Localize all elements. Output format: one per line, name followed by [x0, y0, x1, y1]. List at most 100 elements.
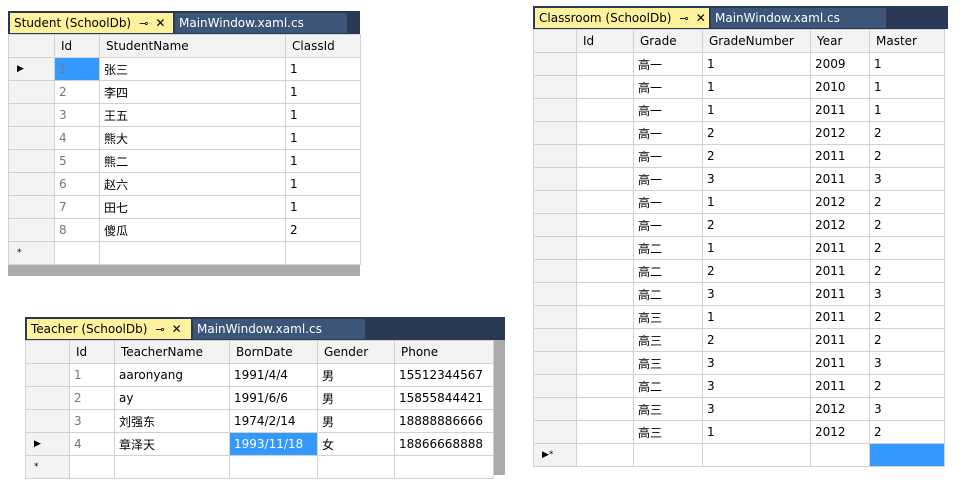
cell-master[interactable]: 3	[869, 167, 945, 191]
cell-id[interactable]	[576, 167, 634, 191]
table-row[interactable]: 高三 1 2011 2	[533, 305, 945, 329]
cell-empty[interactable]	[702, 443, 811, 467]
cell-studentname[interactable]: 熊大	[99, 126, 286, 150]
new-row[interactable]: *	[8, 241, 361, 265]
row-header[interactable]	[533, 75, 577, 99]
cell-id[interactable]: 2	[69, 386, 115, 410]
row-header[interactable]	[8, 126, 55, 150]
cell-year[interactable]: 2012	[810, 397, 870, 421]
column-header-phone[interactable]: Phone	[394, 340, 494, 364]
cell-studentname[interactable]: 张三	[99, 57, 286, 81]
cell-year[interactable]: 2011	[810, 305, 870, 329]
cell-id[interactable]	[576, 236, 634, 260]
cell-gradenumber[interactable]: 2	[702, 328, 811, 352]
cell-empty[interactable]	[114, 455, 230, 479]
cell-empty[interactable]	[285, 241, 361, 265]
cell-id[interactable]	[576, 75, 634, 99]
cell-teachername[interactable]: 刘强东	[114, 409, 230, 433]
cell-grade[interactable]: 高三	[633, 305, 703, 329]
classroom-datagrid[interactable]: Id Grade GradeNumber Year Master 高一 1 2009…	[533, 29, 945, 467]
cell-year[interactable]: 2010	[810, 75, 870, 99]
cell-teachername[interactable]: ay	[114, 386, 230, 410]
table-row[interactable]: 3 刘强东 1974/2/14 男 18888886666	[25, 409, 494, 433]
table-row[interactable]: 高二 1 2011 2	[533, 236, 945, 260]
table-row[interactable]: 高二 3 2011 3	[533, 282, 945, 306]
cell-phone[interactable]: 18888886666	[394, 409, 494, 433]
row-header[interactable]	[8, 103, 55, 127]
cell-classid[interactable]: 1	[285, 172, 361, 196]
row-header[interactable]	[8, 172, 55, 196]
row-header[interactable]: *	[25, 455, 70, 479]
cell-empty[interactable]	[229, 455, 318, 479]
table-row[interactable]: 高一 3 2011 3	[533, 167, 945, 191]
pin-icon[interactable]: ⊸	[139, 14, 148, 34]
row-header[interactable]	[533, 167, 577, 191]
cell-id[interactable]: 4	[69, 432, 115, 456]
row-header[interactable]	[533, 282, 577, 306]
cell-studentname[interactable]: 田七	[99, 195, 286, 219]
cell-grade[interactable]: 高一	[633, 213, 703, 237]
cell-studentname[interactable]: 李四	[99, 80, 286, 104]
cell-id[interactable]: 1	[69, 363, 115, 387]
cell-id[interactable]	[576, 374, 634, 398]
cell-year[interactable]: 2011	[810, 328, 870, 352]
table-row[interactable]: 高一 1 2009 1	[533, 52, 945, 76]
cell-grade[interactable]: 高一	[633, 75, 703, 99]
cell-grade[interactable]: 高二	[633, 236, 703, 260]
cell-grade[interactable]: 高二	[633, 259, 703, 283]
cell-borndate[interactable]: 1993/11/18	[229, 432, 318, 456]
table-row[interactable]: 1 aaronyang 1991/4/4 男 15512344567	[25, 363, 494, 387]
cell-grade[interactable]: 高一	[633, 52, 703, 76]
cell-id[interactable]	[576, 98, 634, 122]
cell-id[interactable]: 6	[54, 172, 100, 196]
table-row[interactable]: 4 熊大 1	[8, 126, 361, 150]
cell-id[interactable]: 3	[54, 103, 100, 127]
table-row[interactable]: 高二 2 2011 2	[533, 259, 945, 283]
cell-master[interactable]: 2	[869, 121, 945, 145]
cell-classid[interactable]: 1	[285, 195, 361, 219]
cell-id[interactable]	[576, 351, 634, 375]
cell-gradenumber[interactable]: 1	[702, 420, 811, 444]
table-row[interactable]: 高三 2 2011 2	[533, 328, 945, 352]
cell-studentname[interactable]: 傻瓜	[99, 218, 286, 242]
cell-teachername[interactable]: aaronyang	[114, 363, 230, 387]
cell-grade[interactable]: 高一	[633, 98, 703, 122]
cell-grade[interactable]: 高一	[633, 167, 703, 191]
table-row[interactable]: 6 赵六 1	[8, 172, 361, 196]
table-row[interactable]: ▶ 4 章泽天 1993/11/18 女 18866668888	[25, 432, 494, 456]
cell-gradenumber[interactable]: 3	[702, 374, 811, 398]
cell-year[interactable]: 2011	[810, 167, 870, 191]
column-header-year[interactable]: Year	[810, 29, 870, 53]
row-header[interactable]	[533, 98, 577, 122]
new-row[interactable]: *	[25, 455, 494, 479]
cell-gender[interactable]: 男	[317, 409, 395, 433]
cell-classid[interactable]: 1	[285, 149, 361, 173]
cell-id[interactable]: 2	[54, 80, 100, 104]
cell-classid[interactable]: 1	[285, 126, 361, 150]
cell-id[interactable]	[576, 420, 634, 444]
row-header[interactable]	[533, 374, 577, 398]
new-row[interactable]: ▶*	[533, 443, 945, 467]
table-row[interactable]: 2 ay 1991/6/6 男 15855844421	[25, 386, 494, 410]
cell-master[interactable]: 3	[869, 351, 945, 375]
cell-id[interactable]	[576, 213, 634, 237]
row-header[interactable]	[533, 328, 577, 352]
row-header[interactable]: ▶	[8, 57, 55, 81]
table-row[interactable]: 高三 1 2012 2	[533, 420, 945, 444]
cell-gradenumber[interactable]: 2	[702, 144, 811, 168]
table-row[interactable]: 7 田七 1	[8, 195, 361, 219]
row-header[interactable]: *	[8, 241, 55, 265]
cell-id[interactable]: 3	[69, 409, 115, 433]
cell-gradenumber[interactable]: 1	[702, 52, 811, 76]
cell-gender[interactable]: 男	[317, 363, 395, 387]
table-row[interactable]: 高二 3 2011 2	[533, 374, 945, 398]
tab-student[interactable]: Student (SchoolDb) ⊸ ✕	[10, 13, 173, 33]
column-header-gender[interactable]: Gender	[317, 340, 395, 364]
table-row[interactable]: 3 王五 1	[8, 103, 361, 127]
cell-year[interactable]: 2012	[810, 213, 870, 237]
column-header-id[interactable]: Id	[54, 34, 100, 58]
row-header[interactable]	[8, 218, 55, 242]
table-row[interactable]: 5 熊二 1	[8, 149, 361, 173]
cell-year[interactable]: 2012	[810, 190, 870, 214]
cell-gradenumber[interactable]: 1	[702, 236, 811, 260]
